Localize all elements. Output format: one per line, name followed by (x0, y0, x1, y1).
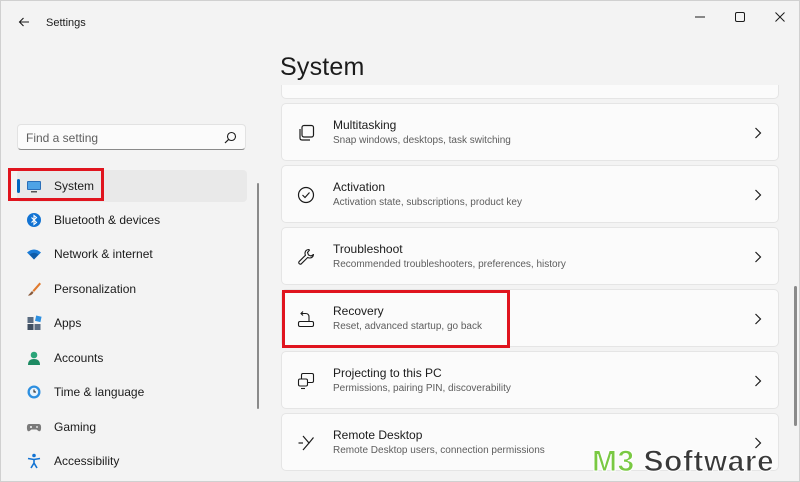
sidebar-item-accessibility[interactable]: Accessibility (17, 445, 247, 477)
chevron-right-icon (755, 127, 762, 139)
close-button[interactable] (765, 7, 795, 27)
chevron-right-icon (755, 189, 762, 201)
multitasking-icon (299, 124, 315, 141)
sidebar-item-time-language[interactable]: Time & language (17, 376, 247, 408)
remote-desktop-icon (298, 435, 314, 451)
search-input[interactable] (26, 130, 221, 146)
settings-window: Settings System Bluetooth & devices Netw… (0, 0, 800, 482)
wifi-icon (27, 249, 41, 260)
chevron-right-icon (755, 375, 762, 387)
previous-card-edge (281, 85, 779, 99)
search-icon[interactable] (224, 131, 237, 144)
app-title: Settings (46, 17, 86, 29)
content-scrollbar[interactable] (794, 286, 797, 426)
back-button[interactable] (13, 11, 35, 33)
bluetooth-icon (27, 213, 41, 227)
sidebar-item-system[interactable]: System (17, 170, 247, 202)
minimize-button[interactable] (685, 7, 715, 27)
settings-card-troubleshoot[interactable]: Troubleshoot Recommended troubleshooters… (281, 227, 779, 285)
sidebar-item-label: Bluetooth & devices (54, 213, 161, 227)
back-arrow-icon (18, 17, 29, 27)
minimize-icon (695, 16, 705, 18)
sidebar-item-accounts[interactable]: Accounts (17, 342, 247, 374)
close-icon (775, 12, 785, 22)
watermark-brand: M3 (592, 445, 635, 479)
person-icon (28, 351, 40, 365)
wrench-icon (298, 248, 315, 265)
chevron-right-icon (755, 313, 762, 325)
sidebar-item-label: Personalization (54, 282, 137, 296)
sidebar-item-label: Apps (54, 316, 82, 330)
card-subtitle: Activation state, subscriptions, product… (333, 197, 522, 208)
card-title: Troubleshoot (333, 242, 403, 256)
card-title: Projecting to this PC (333, 366, 442, 380)
card-title: Remote Desktop (333, 428, 423, 442)
active-indicator (17, 179, 20, 193)
globe-clock-icon (27, 385, 41, 399)
watermark-suffix: Software (634, 445, 775, 479)
sidebar-item-label: Gaming (54, 420, 97, 434)
sidebar-item-network[interactable]: Network & internet (17, 238, 247, 270)
search-box[interactable] (17, 124, 246, 150)
monitor-icon (27, 181, 41, 193)
brush-icon (28, 282, 41, 296)
card-title: Activation (333, 180, 386, 194)
card-subtitle: Permissions, pairing PIN, discoverabilit… (333, 383, 511, 394)
title-bar: Settings (1, 1, 800, 45)
sidebar-item-label: Network & internet (54, 247, 153, 261)
card-subtitle: Reset, advanced startup, go back (333, 321, 482, 332)
page-title: System (280, 53, 365, 81)
maximize-button[interactable] (725, 7, 755, 27)
maximize-icon (735, 12, 745, 22)
gamepad-icon (26, 424, 42, 432)
sidebar-scrollbar[interactable] (257, 183, 259, 409)
card-subtitle: Remote Desktop users, connection permiss… (333, 445, 545, 456)
card-title: Recovery (333, 304, 384, 318)
sidebar-item-label: System (54, 179, 95, 193)
sidebar-item-label: Time & language (54, 385, 145, 399)
projector-icon (297, 372, 315, 390)
watermark-logo: M3 Software (592, 445, 775, 479)
sidebar-item-bluetooth[interactable]: Bluetooth & devices (17, 204, 247, 236)
recovery-icon (297, 311, 315, 328)
card-title: Multitasking (333, 118, 397, 132)
accessibility-icon (27, 453, 41, 469)
card-subtitle: Recommended troubleshooters, preferences… (333, 259, 566, 270)
sidebar-item-personalization[interactable]: Personalization (17, 273, 247, 305)
apps-icon (27, 315, 42, 330)
check-circle-icon (297, 186, 315, 204)
settings-card-projecting[interactable]: Projecting to this PC Permissions, pairi… (281, 351, 779, 409)
settings-card-activation[interactable]: Activation Activation state, subscriptio… (281, 165, 779, 223)
sidebar-item-label: Accessibility (54, 454, 120, 468)
card-subtitle: Snap windows, desktops, task switching (333, 135, 511, 146)
sidebar-item-apps[interactable]: Apps (17, 307, 247, 339)
chevron-right-icon (755, 251, 762, 263)
sidebar-item-gaming[interactable]: Gaming (17, 411, 247, 443)
settings-card-multitasking[interactable]: Multitasking Snap windows, desktops, tas… (281, 103, 779, 161)
sidebar-item-label: Accounts (54, 351, 104, 365)
settings-card-recovery[interactable]: Recovery Reset, advanced startup, go bac… (281, 289, 779, 347)
